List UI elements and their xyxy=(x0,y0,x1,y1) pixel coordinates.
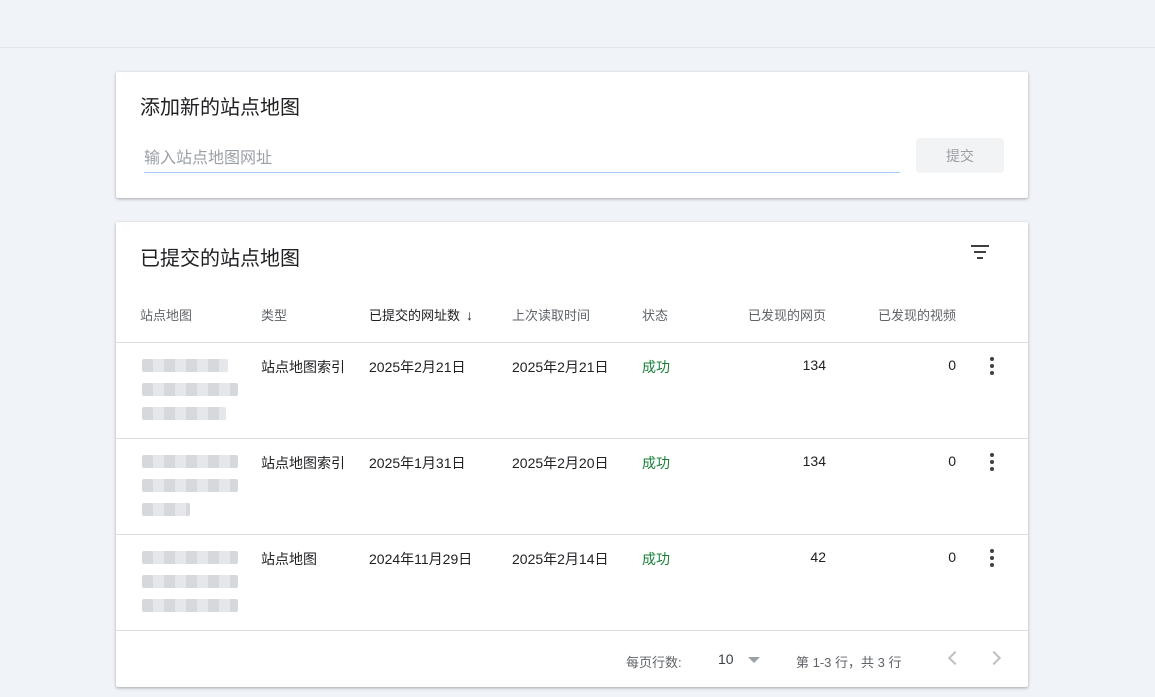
row-submitted-date: 2024年11月29日 xyxy=(369,551,473,567)
submitted-sitemaps-title: 已提交的站点地图 xyxy=(140,248,300,270)
more-vert-icon[interactable] xyxy=(984,451,1000,473)
row-last-read: 2025年2月20日 xyxy=(512,455,609,471)
rows-per-page-label: 每页行数: xyxy=(626,655,682,670)
col-header-submitted[interactable]: 已提交的网址数 ↓ xyxy=(369,305,473,324)
table-row[interactable]: 站点地图索引 2025年1月31日 2025年2月20日 成功 134 0 xyxy=(116,439,1028,535)
previous-page-button[interactable] xyxy=(940,646,964,670)
row-type: 站点地图索引 xyxy=(261,455,345,471)
row-status: 成功 xyxy=(642,455,670,471)
row-pages: 134 xyxy=(802,357,826,373)
table-row[interactable]: 站点地图索引 2025年2月21日 2025年2月21日 成功 134 0 xyxy=(116,343,1028,439)
submitted-sitemaps-card: 已提交的站点地图 站点地图 类型 已提交的网址数 ↓ 上次读取时间 状态 已发现的… xyxy=(116,222,1028,687)
add-sitemap-title: 添加新的站点地图 xyxy=(140,97,300,119)
chevron-left-icon xyxy=(947,650,963,666)
row-submitted-date: 2025年2月21日 xyxy=(369,359,466,375)
pagination-range: 第 1-3 行，共 3 行 xyxy=(796,655,902,670)
add-sitemap-card: 添加新的站点地图 提交 xyxy=(116,72,1028,198)
col-header-type[interactable]: 类型 xyxy=(261,305,287,324)
row-status: 成功 xyxy=(642,551,670,567)
rows-per-page-value: 10 xyxy=(718,651,734,667)
submit-button[interactable]: 提交 xyxy=(916,138,1004,173)
row-last-read: 2025年2月14日 xyxy=(512,551,609,567)
table-row[interactable]: 站点地图 2024年11月29日 2025年2月14日 成功 42 0 xyxy=(116,535,1028,631)
row-divider xyxy=(116,630,1028,631)
row-pages: 42 xyxy=(810,549,826,565)
dropdown-caret-icon xyxy=(748,657,760,663)
col-header-discovered-videos[interactable]: 已发现的视频 xyxy=(856,305,956,324)
sitemap-url-redacted xyxy=(136,547,246,617)
sitemap-url-redacted xyxy=(136,355,246,425)
more-vert-icon[interactable] xyxy=(984,547,1000,569)
col-header-discovered-pages[interactable]: 已发现的网页 xyxy=(726,305,826,324)
col-header-sitemap[interactable]: 站点地图 xyxy=(140,305,192,324)
row-last-read: 2025年2月21日 xyxy=(512,359,609,375)
row-videos: 0 xyxy=(948,357,956,373)
rows-per-page-select[interactable]: 10 xyxy=(716,650,764,670)
col-header-status[interactable]: 状态 xyxy=(642,305,668,324)
next-page-button[interactable] xyxy=(984,646,1008,670)
top-bar xyxy=(0,0,1155,48)
row-videos: 0 xyxy=(948,549,956,565)
sitemap-url-input[interactable] xyxy=(144,146,900,173)
arrow-down-icon: ↓ xyxy=(466,307,474,323)
col-header-submitted-label: 已提交的网址数 xyxy=(369,308,461,323)
row-submitted-date: 2025年1月31日 xyxy=(369,455,466,471)
col-header-last-read[interactable]: 上次读取时间 xyxy=(512,305,590,324)
row-videos: 0 xyxy=(948,453,956,469)
row-type: 站点地图索引 xyxy=(261,359,345,375)
more-vert-icon[interactable] xyxy=(984,355,1000,377)
row-type: 站点地图 xyxy=(261,551,317,567)
chevron-right-icon xyxy=(986,650,1002,666)
filter-icon[interactable] xyxy=(964,240,996,264)
sitemap-url-redacted xyxy=(136,451,246,521)
row-status: 成功 xyxy=(642,359,670,375)
row-pages: 134 xyxy=(802,453,826,469)
